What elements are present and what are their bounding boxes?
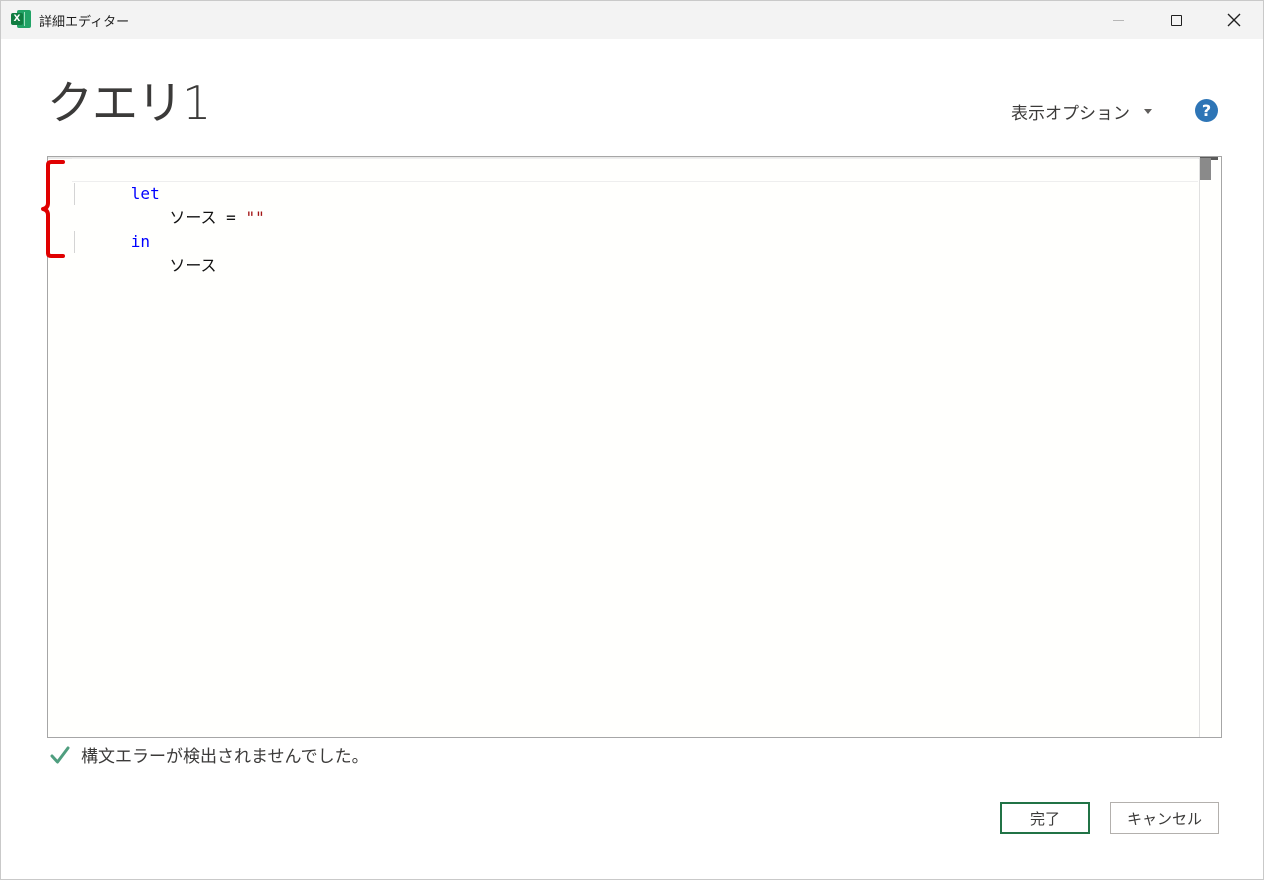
- syntax-status: 構文エラーが検出されませんでした。: [49, 742, 369, 767]
- red-bracket-annotation: [41, 160, 65, 258]
- display-options-dropdown[interactable]: 表示オプション: [1011, 99, 1152, 124]
- code-line[interactable]: let: [73, 158, 160, 203]
- scrollbar-thumb[interactable]: [1200, 158, 1211, 180]
- code-line[interactable]: ソース: [73, 230, 216, 275]
- advanced-editor-window: X 詳細エディター クエリ1 表示オプション ? let ソース = "" in…: [0, 0, 1264, 880]
- chevron-down-icon: [1144, 109, 1152, 114]
- minimize-button[interactable]: [1089, 1, 1147, 39]
- excel-icon-letter: X: [11, 13, 23, 25]
- display-options-label: 表示オプション: [1011, 104, 1130, 124]
- excel-icon: X: [11, 10, 31, 28]
- window-title: 詳細エディター: [39, 15, 130, 30]
- vertical-scrollbar[interactable]: [1199, 157, 1221, 737]
- maximize-button[interactable]: [1147, 1, 1205, 39]
- code-string: "": [245, 208, 265, 227]
- check-icon: [50, 746, 70, 763]
- close-icon: [1227, 13, 1241, 27]
- status-message: 構文エラーが検出されませんでした。: [81, 747, 369, 767]
- title-bar[interactable]: X 詳細エディター: [1, 1, 1263, 39]
- current-line-highlight: [72, 158, 1198, 182]
- close-button[interactable]: [1205, 1, 1263, 39]
- code-line[interactable]: in: [73, 206, 150, 251]
- code-line[interactable]: ソース = "": [73, 182, 264, 227]
- minimize-icon: [1112, 19, 1124, 21]
- done-button[interactable]: 完了: [1000, 802, 1090, 834]
- cancel-button[interactable]: キャンセル: [1110, 802, 1219, 834]
- code-editor[interactable]: let ソース = "" in ソース: [47, 156, 1222, 738]
- query-title: クエリ1: [47, 76, 211, 130]
- code-text: ソース: [130, 256, 217, 275]
- help-icon[interactable]: ?: [1195, 99, 1218, 122]
- maximize-icon: [1170, 14, 1182, 26]
